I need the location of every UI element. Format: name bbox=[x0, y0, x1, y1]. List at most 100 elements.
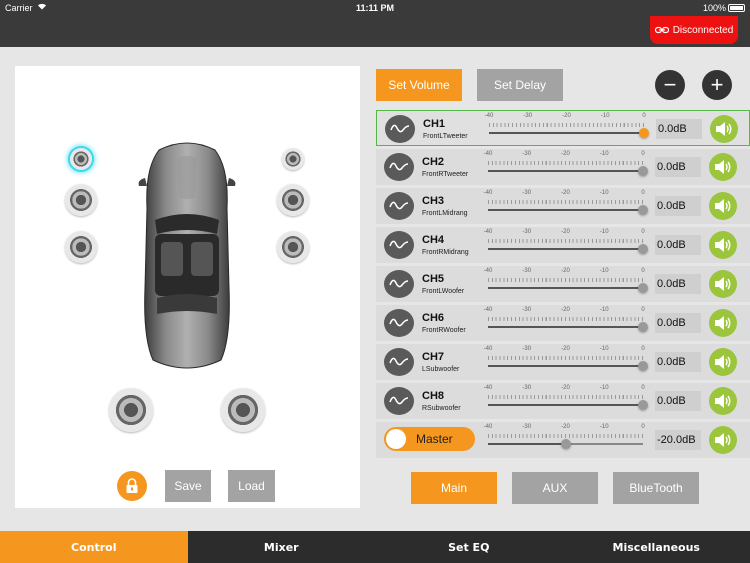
speaker-front-right-midrange[interactable] bbox=[277, 184, 309, 216]
channel-row[interactable]: CH3 FrontLMidrang -40 -30 -20 -10 0 0.0dB bbox=[376, 188, 750, 224]
wave-icon bbox=[389, 162, 409, 171]
slider-tick-label: -20 bbox=[561, 424, 570, 430]
slider-thumb[interactable] bbox=[638, 244, 648, 254]
slider-tick-label: -30 bbox=[522, 151, 532, 157]
channel-row[interactable]: CH1 FrontLTweeter -40 -30 -20 -10 0 0.0dB bbox=[376, 110, 750, 146]
tab-miscellaneous[interactable]: Miscellaneous bbox=[563, 531, 750, 563]
channel-row[interactable]: CH6 FrontRWoofer -40 -30 -20 -10 0 0.0dB bbox=[376, 305, 750, 341]
wave-icon bbox=[389, 240, 409, 249]
slider-thumb[interactable] bbox=[638, 283, 648, 293]
speaker-front-left-woofer[interactable] bbox=[65, 231, 97, 263]
tab-set-eq[interactable]: Set EQ bbox=[375, 531, 563, 563]
slider-tick-label: -10 bbox=[599, 424, 609, 430]
source-bluetooth-button[interactable]: BlueTooth bbox=[613, 472, 699, 504]
channel-row[interactable]: CH5 FrontLWoofer -40 -30 -20 -10 0 0.0dB bbox=[376, 266, 750, 302]
channel-volume-slider[interactable]: -40 -30 -20 -10 0 bbox=[484, 268, 648, 300]
source-main-button[interactable]: Main bbox=[411, 472, 497, 504]
slider-tick-label: -10 bbox=[600, 113, 610, 119]
set-delay-button[interactable]: Set Delay bbox=[477, 69, 563, 101]
speaker-icon bbox=[715, 199, 731, 213]
channel-eq-button[interactable] bbox=[384, 153, 414, 181]
channel-mute-button[interactable] bbox=[709, 309, 737, 337]
toggle-knob bbox=[386, 429, 406, 449]
save-button[interactable]: Save bbox=[165, 470, 211, 502]
slider-fill bbox=[488, 209, 643, 211]
speaker-front-left-tweeter[interactable] bbox=[70, 148, 92, 170]
speaker-left-subwoofer[interactable] bbox=[109, 388, 153, 432]
slider-tick-label: -20 bbox=[561, 346, 570, 352]
slider-thumb[interactable] bbox=[638, 322, 648, 332]
slider-tick-label: 0 bbox=[641, 268, 645, 274]
channel-volume-slider[interactable]: -40 -30 -20 -10 0 bbox=[484, 307, 648, 339]
channel-volume-slider[interactable]: -40 -30 -20 -10 0 bbox=[484, 346, 648, 378]
channel-row[interactable]: CH7 LSubwoofer -40 -30 -20 -10 0 0.0dB bbox=[376, 344, 750, 380]
channel-eq-button[interactable] bbox=[384, 309, 414, 337]
channel-row[interactable]: CH4 FrontRMidrang -40 -30 -20 -10 0 0.0dB bbox=[376, 227, 750, 263]
source-aux-button[interactable]: AUX bbox=[512, 472, 598, 504]
slider-thumb[interactable] bbox=[638, 166, 648, 176]
speaker-front-right-tweeter[interactable] bbox=[282, 148, 304, 170]
channel-eq-button[interactable] bbox=[384, 192, 414, 220]
channel-speaker-label: FrontRTweeter bbox=[422, 171, 469, 178]
channel-mute-button[interactable] bbox=[710, 115, 738, 143]
connection-status-button[interactable]: Disconnected bbox=[650, 16, 738, 44]
speaker-front-right-woofer[interactable] bbox=[277, 231, 309, 263]
channel-mute-button[interactable] bbox=[709, 270, 737, 298]
channel-eq-button[interactable] bbox=[384, 348, 414, 376]
channel-volume-slider[interactable]: -40 -30 -20 -10 0 bbox=[484, 385, 648, 417]
channel-mute-button[interactable] bbox=[709, 348, 737, 376]
slider-tick-label: 0 bbox=[641, 229, 645, 235]
slider-tick-label: -40 bbox=[483, 151, 493, 157]
channel-name: CH7 bbox=[422, 351, 445, 363]
slider-thumb[interactable] bbox=[638, 361, 648, 371]
set-volume-button[interactable]: Set Volume bbox=[376, 69, 462, 101]
car-top-view-image bbox=[138, 142, 236, 369]
slider-tick-label: 0 bbox=[641, 190, 645, 196]
slider-tick-label: -20 bbox=[561, 268, 570, 274]
channel-row[interactable]: CH8 RSubwoofer -40 -30 -20 -10 0 0.0dB bbox=[376, 383, 750, 419]
slider-ticks bbox=[488, 200, 643, 204]
channel-eq-button[interactable] bbox=[384, 387, 414, 415]
slider-thumb[interactable] bbox=[560, 439, 571, 449]
lock-button[interactable] bbox=[117, 471, 147, 501]
channel-volume-slider[interactable]: -40 -30 -20 -10 0 bbox=[484, 229, 648, 261]
tab-mixer[interactable]: Mixer bbox=[188, 531, 376, 563]
slider-thumb[interactable] bbox=[639, 128, 649, 138]
channel-volume-slider[interactable]: -40 -30 -20 -10 0 bbox=[484, 151, 648, 183]
channel-mute-button[interactable] bbox=[709, 231, 737, 259]
tab-control[interactable]: Control bbox=[0, 531, 188, 563]
slider-tick-label: -10 bbox=[599, 190, 609, 196]
master-toggle[interactable]: Master bbox=[384, 427, 475, 451]
slider-fill bbox=[488, 248, 643, 250]
channel-volume-slider[interactable]: -40 -30 -20 -10 0 bbox=[485, 113, 649, 145]
slider-ticks bbox=[488, 317, 643, 321]
slider-thumb[interactable] bbox=[638, 400, 648, 410]
slider-tick-label: -30 bbox=[523, 113, 533, 119]
slider-thumb[interactable] bbox=[638, 205, 648, 215]
channel-eq-button[interactable] bbox=[384, 231, 414, 259]
channel-row[interactable]: CH2 FrontRTweeter -40 -30 -20 -10 0 0.0dB bbox=[376, 149, 750, 185]
channel-db-value: 0.0dB bbox=[655, 274, 701, 294]
speaker-front-left-midrange[interactable] bbox=[65, 184, 97, 216]
channel-mute-button[interactable] bbox=[709, 153, 737, 181]
master-label: Master bbox=[416, 432, 453, 446]
slider-tick-label: -30 bbox=[522, 229, 532, 235]
connection-status-label: Disconnected bbox=[672, 24, 734, 36]
plus-button[interactable]: + bbox=[702, 70, 732, 100]
wave-icon bbox=[389, 201, 409, 210]
load-button[interactable]: Load bbox=[228, 470, 275, 502]
slider-fill bbox=[488, 287, 643, 289]
channel-eq-button[interactable] bbox=[385, 115, 415, 143]
channel-db-value: 0.0dB bbox=[655, 235, 701, 255]
channel-eq-button[interactable] bbox=[384, 270, 414, 298]
channel-volume-slider[interactable]: -40 -30 -20 -10 0 bbox=[484, 190, 648, 222]
channel-db-value: 0.0dB bbox=[656, 119, 702, 139]
speaker-icon bbox=[715, 394, 731, 408]
slider-ticks bbox=[489, 123, 644, 127]
master-mute-button[interactable] bbox=[709, 426, 737, 454]
channel-mute-button[interactable] bbox=[709, 192, 737, 220]
channel-mute-button[interactable] bbox=[709, 387, 737, 415]
master-volume-slider[interactable]: -40 -30 -20 -10 0 bbox=[484, 424, 645, 456]
minus-button[interactable]: − bbox=[655, 70, 685, 100]
speaker-right-subwoofer[interactable] bbox=[221, 388, 265, 432]
